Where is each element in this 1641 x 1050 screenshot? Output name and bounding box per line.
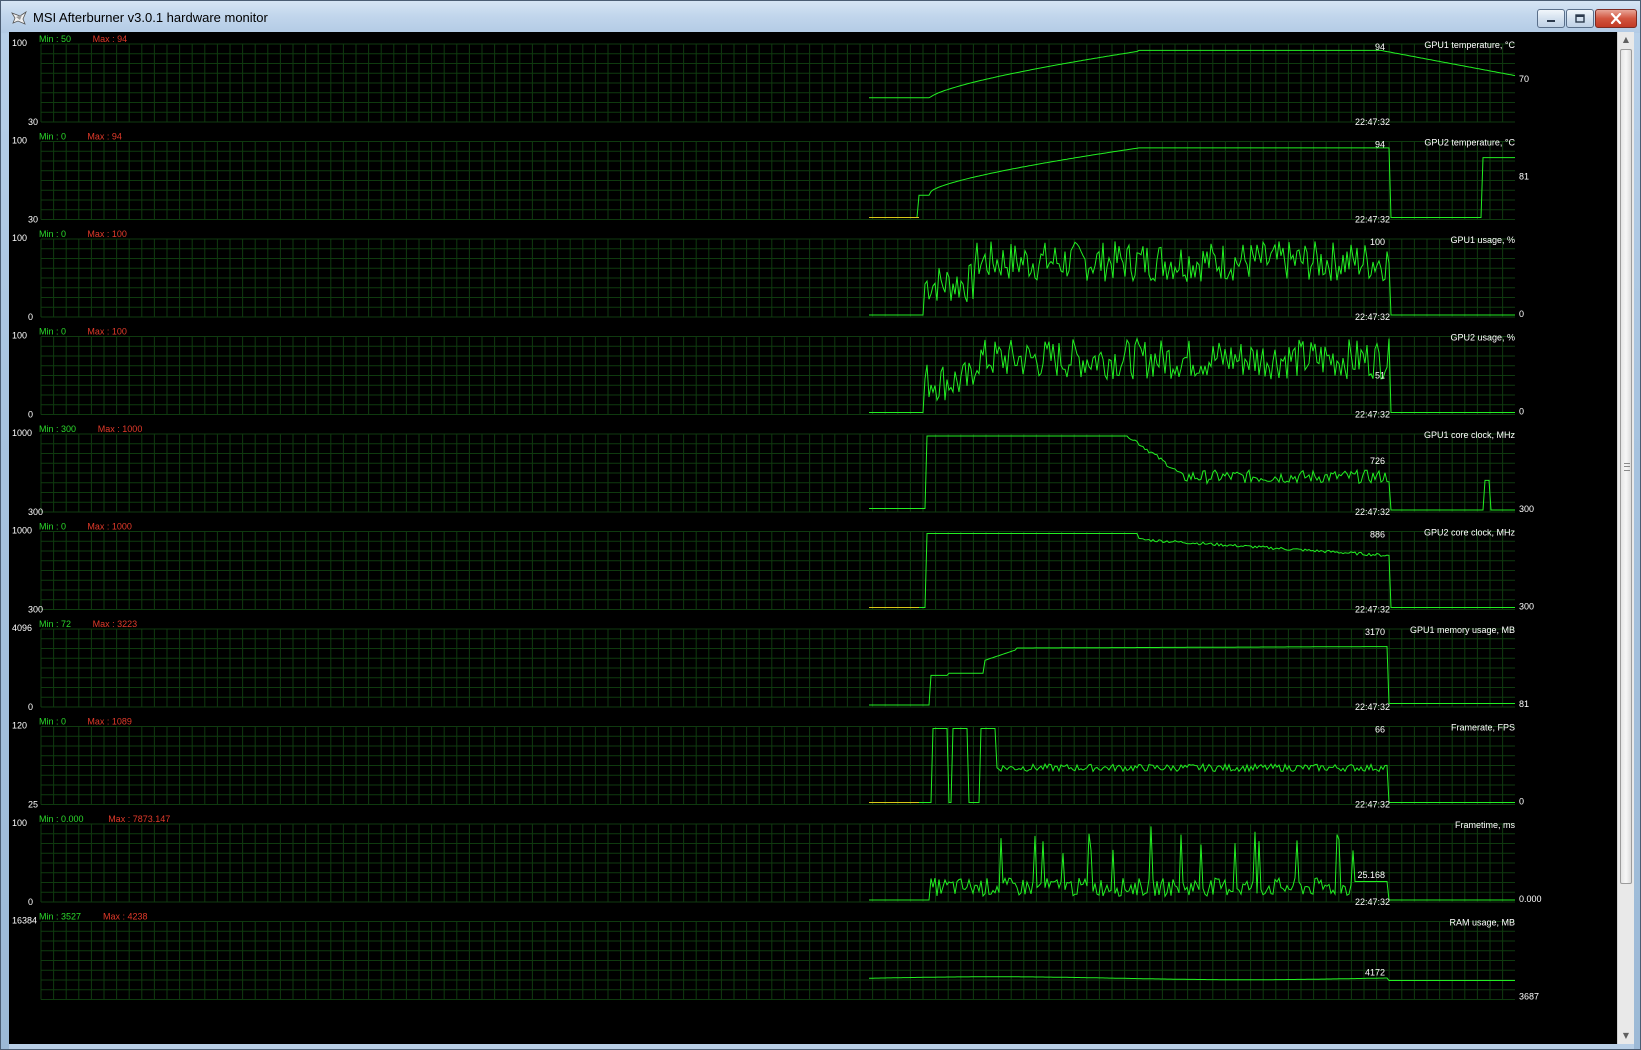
graph-current-value: 66 (1375, 725, 1385, 735)
graph-min-label: Min : 0 (39, 132, 66, 142)
graph-timestamp: 22:47:32 (1355, 702, 1390, 712)
graph-current-value: 4172 (1365, 968, 1385, 978)
graph-max-label: Max : 94 (93, 34, 128, 44)
scroll-up-arrow-icon[interactable]: ▲ (1618, 32, 1634, 48)
graph-title: GPU1 core clock, MHz (1424, 430, 1516, 440)
graph-current-value: 94 (1375, 140, 1385, 150)
graph-right-value: 70 (1519, 74, 1529, 84)
graph-current-value: 94 (1375, 42, 1385, 52)
graph-timestamp: 22:47:32 (1355, 312, 1390, 322)
graph-y-top-label: 100 (12, 136, 27, 146)
graph-right-value: 0 (1519, 407, 1524, 417)
graph-max-label: Max : 3223 (93, 619, 138, 629)
afterburner-app-icon (11, 10, 27, 25)
graph-title: GPU2 usage, % (1450, 333, 1515, 343)
graph-y-top-label: 100 (12, 38, 27, 48)
monitor-graphs: Min : 50 Max : 94GPU1 temperature, °C1003… (12, 34, 1542, 1002)
graph-right-value: 81 (1519, 172, 1529, 182)
graph-title: GPU1 memory usage, MB (1410, 625, 1515, 635)
graph-timestamp: 22:47:32 (1355, 897, 1390, 907)
graph-title: Framerate, FPS (1451, 723, 1515, 733)
window-title: MSI Afterburner v3.0.1 hardware monitor (33, 10, 268, 25)
monitor-panel[interactable]: Min : 50 Max : 94 GPU1 temperature, °C 100 3… (9, 32, 1634, 1044)
graph-title: GPU2 core clock, MHz (1424, 528, 1516, 538)
graph-y-bottom-label: 0 (28, 702, 33, 712)
graph-min-label: Min : 50 (39, 34, 71, 44)
close-icon (1610, 13, 1622, 24)
graph-y-top-label: 1000 (12, 526, 32, 536)
graph-min-label: Min : 0.000 (39, 814, 84, 824)
graph-min-label: Min : 3527 (39, 912, 81, 922)
graph-title: GPU2 temperature, °C (1424, 138, 1515, 148)
graph-min-label: Min : 0 (39, 717, 66, 727)
graph-y-bottom-label: 0 (28, 312, 33, 322)
graph-max-label: Max : 100 (87, 229, 127, 239)
graph-title: GPU1 temperature, °C (1424, 40, 1515, 50)
graph-right-value: 300 (1519, 504, 1534, 514)
graph-current-value: 886 (1370, 530, 1385, 540)
graph-current-value: 726 (1370, 456, 1385, 466)
graph-right-value: 0 (1519, 797, 1524, 807)
graph-min-label: Min : 72 (39, 619, 71, 629)
graph-current-value: 100 (1370, 237, 1385, 247)
title-bar[interactable]: MSI Afterburner v3.0.1 hardware monitor (1, 1, 1640, 33)
graph-min-label: Min : 300 (39, 424, 76, 434)
scrollbar-grip-icon (1624, 463, 1630, 471)
graph-max-label: Max : 1089 (87, 717, 132, 727)
graph-y-top-label: 100 (12, 818, 27, 828)
close-button[interactable] (1595, 9, 1637, 28)
graph-max-label: Max : 4238 (103, 912, 148, 922)
maximize-icon (1575, 14, 1585, 23)
graph-y-top-label: 1000 (12, 428, 32, 438)
graph-timestamp: 22:47:32 (1355, 507, 1390, 517)
graph-max-label: Max : 1000 (98, 424, 143, 434)
graph-max-label: Max : 7873.147 (108, 814, 170, 824)
maximize-button[interactable] (1566, 9, 1594, 28)
graph-y-bottom-label: 30 (28, 117, 38, 127)
vertical-scrollbar[interactable]: ▲ ▼ (1617, 32, 1634, 1044)
graph-right-value: 3687 (1519, 992, 1539, 1002)
graph-right-value: 0.000 (1519, 894, 1542, 904)
graph-right-value: 0 (1519, 309, 1524, 319)
graph-current-value: 25.168 (1357, 870, 1385, 880)
scroll-down-arrow-icon[interactable]: ▼ (1618, 1028, 1634, 1044)
graph-title: GPU1 usage, % (1450, 235, 1515, 245)
graph-timestamp: 22:47:32 (1355, 410, 1390, 420)
graph-y-bottom-label: 0 (28, 897, 33, 907)
graph-timestamp: 22:47:32 (1355, 215, 1390, 225)
graph-timestamp: 22:47:32 (1355, 117, 1390, 127)
graph-y-top-label: 100 (12, 331, 27, 341)
graph-current-value: 3170 (1365, 627, 1385, 637)
afterburner-window: MSI Afterburner v3.0.1 hardware monitor … (0, 0, 1641, 1050)
graph-y-top-label: 120 (12, 721, 27, 731)
graph-y-bottom-label: 300 (28, 605, 43, 615)
graph-title: Frametime, ms (1455, 820, 1516, 830)
graph-min-label: Min : 0 (39, 229, 66, 239)
window-bottom-border (9, 1044, 1634, 1049)
graph-right-value: 300 (1519, 602, 1534, 612)
graph-current-value: 51 (1375, 371, 1385, 381)
graph-y-top-label: 4096 (12, 623, 32, 633)
minimize-button[interactable] (1537, 9, 1565, 28)
scrollbar-thumb[interactable] (1620, 49, 1632, 884)
graph-y-bottom-label: 0 (28, 410, 33, 420)
graph-y-bottom-label: 30 (28, 215, 38, 225)
graph-max-label: Max : 94 (87, 132, 122, 142)
graph-timestamp: 22:47:32 (1355, 800, 1390, 810)
graph-timestamp: 22:47:32 (1355, 605, 1390, 615)
graph-max-label: Max : 100 (87, 327, 127, 337)
graph-y-bottom-label: 300 (28, 507, 43, 517)
graph-max-label: Max : 1000 (87, 522, 132, 532)
graph-min-label: Min : 0 (39, 327, 66, 337)
graph-title: RAM usage, MB (1449, 918, 1515, 928)
graph-y-bottom-label: 25 (28, 800, 38, 810)
graph-min-label: Min : 0 (39, 522, 66, 532)
graph-right-value: 81 (1519, 699, 1529, 709)
graph-y-top-label: 16384 (12, 916, 37, 926)
graph-y-top-label: 100 (12, 233, 27, 243)
minimize-icon (1547, 19, 1555, 22)
